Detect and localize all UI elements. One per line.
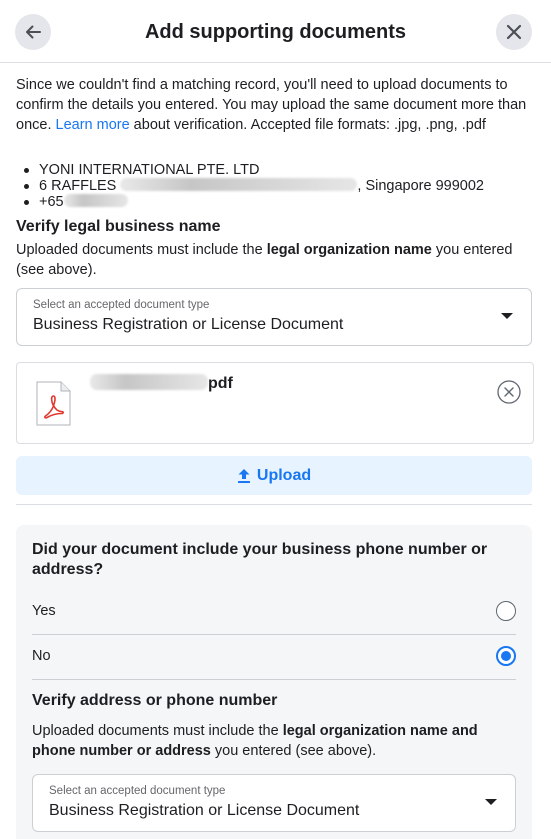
business-address-item: 6 RAFFLES , Singapore 999002 (22, 178, 484, 194)
legal-name-section-title: Verify legal business name (16, 218, 221, 235)
upload-button-label: Upload (256, 466, 312, 484)
legal-name-desc-start: Uploaded documents must include the (16, 242, 267, 258)
address-section-title: Verify address or phone number (32, 692, 278, 709)
dialog-header: Add supporting documents (0, 0, 551, 63)
phone-address-panel: Did your document include your business … (16, 525, 532, 839)
document-type-select-address[interactable]: Select an accepted document type Busines… (32, 774, 516, 832)
select-label: Select an accepted document type (33, 299, 210, 311)
learn-more-link[interactable]: Learn more (56, 117, 130, 133)
select-value: Business Registration or License Documen… (33, 316, 344, 333)
uploaded-file-card: pdf (16, 362, 534, 444)
remove-circle-x-icon (497, 380, 521, 404)
select-value: Business Registration or License Documen… (49, 802, 360, 819)
phone-address-question: Did your document include your business … (32, 541, 488, 578)
dialog-title: Add supporting documents (144, 21, 407, 43)
business-details-list: YONI INTERNATIONAL PTE. LTD 6 RAFFLES , … (22, 162, 484, 210)
business-address-prefix: 6 RAFFLES (39, 178, 117, 194)
option-yes-label: Yes (32, 603, 56, 619)
business-phone-prefix: +65 (39, 194, 64, 210)
close-button[interactable] (496, 14, 532, 50)
business-name: YONI INTERNATIONAL PTE. LTD (39, 162, 260, 178)
caret-down-icon (501, 313, 513, 319)
upload-arrow-icon (237, 468, 250, 483)
legal-name-desc-bold: legal organization name (266, 242, 432, 258)
option-no-label: No (32, 648, 51, 664)
option-no[interactable]: No (32, 635, 516, 680)
intro-text: Since we couldn't find a matching record… (16, 75, 536, 135)
address-desc-start: Uploaded documents must include the (32, 723, 283, 739)
intro-text-end: about verification. Accepted file format… (129, 117, 486, 133)
close-x-icon (506, 24, 522, 40)
address-section-desc: Uploaded documents must include the lega… (32, 721, 512, 761)
radio-no[interactable] (496, 646, 516, 666)
select-label: Select an accepted document type (49, 785, 226, 797)
uploaded-file-name: pdf (90, 374, 233, 393)
business-name-item: YONI INTERNATIONAL PTE. LTD (22, 162, 484, 178)
redacted-address (120, 178, 358, 191)
caret-down-icon (485, 799, 497, 805)
remove-file-button[interactable] (497, 380, 521, 404)
document-type-select-legal-name[interactable]: Select an accepted document type Busines… (16, 288, 532, 346)
business-address-suffix: , Singapore 999002 (357, 178, 484, 194)
file-extension: pdf (208, 375, 233, 392)
radio-yes[interactable] (496, 601, 516, 621)
option-yes[interactable]: Yes (32, 590, 516, 635)
divider (16, 504, 532, 505)
upload-button[interactable]: Upload (16, 456, 532, 495)
pdf-file-icon (36, 381, 71, 426)
address-desc-end: you entered (see above). (210, 743, 377, 759)
business-phone-item: +65 (22, 194, 484, 210)
legal-name-section-desc: Uploaded documents must include the lega… (16, 240, 541, 280)
redacted-file-name (90, 374, 208, 390)
redacted-phone (63, 194, 128, 207)
